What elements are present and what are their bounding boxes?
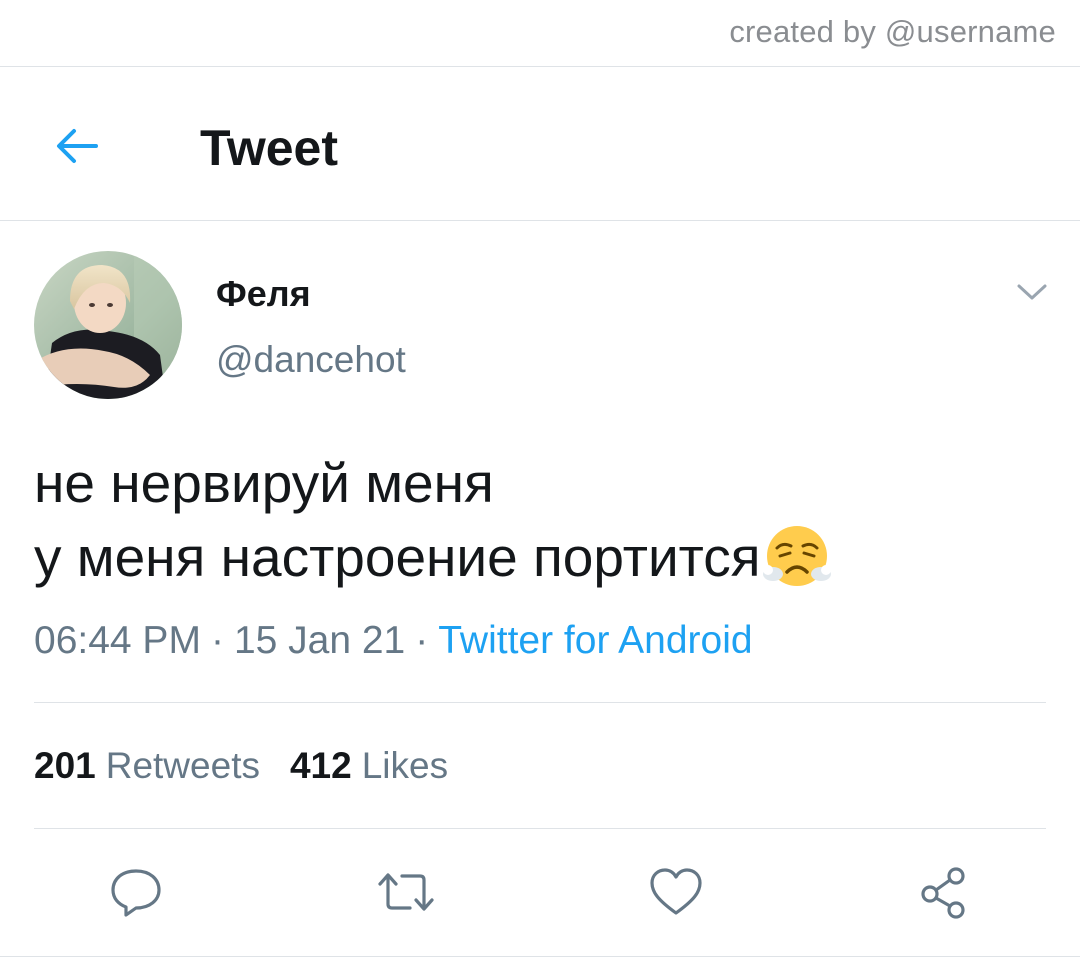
divider xyxy=(34,702,1046,703)
divider xyxy=(34,828,1046,829)
retweets-label: Retweets xyxy=(105,745,260,786)
avatar[interactable] xyxy=(34,251,182,399)
share-icon xyxy=(921,867,965,919)
likes-count: 412 xyxy=(289,745,352,786)
tweet-line: у меня настроение портится xyxy=(34,526,761,588)
credit-text: created by @username xyxy=(729,14,1056,49)
tweet-date: 15 Jan 21 xyxy=(233,619,406,662)
display-name[interactable]: Феля xyxy=(216,272,311,316)
divider xyxy=(0,220,1080,221)
heart-icon xyxy=(650,868,702,915)
separator: · xyxy=(210,619,224,662)
chevron-down-icon xyxy=(1017,284,1047,300)
divider xyxy=(0,956,1080,957)
back-button[interactable] xyxy=(46,118,106,174)
tweet-line: не нервируй меня xyxy=(34,452,494,514)
face-with-steam-from-nose-icon xyxy=(762,526,831,586)
arrow-left-icon xyxy=(57,129,98,163)
retweets-stat[interactable]: 201 Retweets xyxy=(34,745,260,786)
tweet-stats: 201 Retweets 412 Likes xyxy=(34,742,448,790)
page-title: Tweet xyxy=(200,120,338,176)
tweet-time: 06:44 PM xyxy=(34,619,201,662)
likes-stat[interactable]: 412 Likes xyxy=(290,745,448,786)
like-button[interactable] xyxy=(644,862,708,922)
separator: · xyxy=(415,619,429,662)
retweets-count: 201 xyxy=(34,745,96,786)
tweet-metadata: 06:44 PM · 15 Jan 21 · Twitter for Android xyxy=(34,617,753,665)
user-handle[interactable]: @dancehot xyxy=(216,338,406,382)
tweet-source-link[interactable]: Twitter for Android xyxy=(438,619,752,662)
likes-label: Likes xyxy=(361,745,449,786)
tweet-text: не нервируй меня у меня настроение порти… xyxy=(34,446,831,594)
retweet-icon xyxy=(378,873,434,911)
more-options-button[interactable] xyxy=(1012,276,1052,308)
tweet-line-with-emoji: у меня настроение портится xyxy=(34,520,831,594)
retweet-button[interactable] xyxy=(374,862,438,922)
reply-icon xyxy=(111,869,161,917)
reply-button[interactable] xyxy=(104,862,168,922)
divider xyxy=(0,66,1080,67)
share-button[interactable] xyxy=(912,862,976,922)
